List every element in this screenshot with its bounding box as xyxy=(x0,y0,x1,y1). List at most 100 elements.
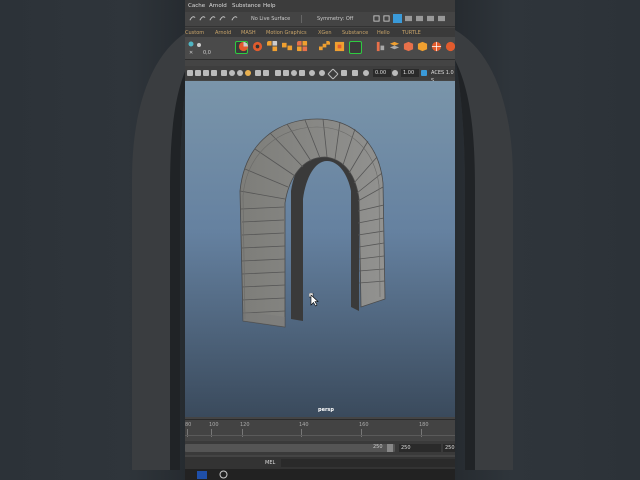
blurred-arch-left xyxy=(132,30,190,470)
tick-label: 80 xyxy=(185,422,192,428)
tab-arnold[interactable]: Arnold xyxy=(215,30,231,36)
hello-bar-icon[interactable] xyxy=(375,41,386,52)
divider xyxy=(301,15,302,23)
hello-stack-icon[interactable] xyxy=(389,41,400,52)
camera-attrs-icon[interactable] xyxy=(195,70,201,76)
range-handle[interactable] xyxy=(387,444,393,452)
turtle-render-icon[interactable] xyxy=(431,41,442,52)
xgen-grid-icon[interactable] xyxy=(319,41,330,52)
dof-icon[interactable] xyxy=(299,70,305,76)
shadows-icon[interactable] xyxy=(263,70,269,76)
lights-icon[interactable] xyxy=(255,70,261,76)
history-icon[interactable] xyxy=(373,15,380,22)
arnold-render-icon[interactable]: ✕ 0,0 xyxy=(187,40,213,56)
snap-grid-icon[interactable] xyxy=(189,15,196,22)
stone-arch[interactable] xyxy=(185,81,455,417)
motion-blur-icon[interactable] xyxy=(319,70,325,76)
hypershade-icon[interactable] xyxy=(427,15,434,22)
tab-motion-graphics[interactable]: Motion Graphics xyxy=(266,30,307,36)
turtle-extra-icon[interactable] xyxy=(445,41,455,52)
svg-text:0,0: 0,0 xyxy=(203,50,211,56)
range-slider: 250 250 250 xyxy=(185,441,455,455)
snap-surface-icon[interactable] xyxy=(231,15,238,22)
render-seq-icon[interactable] xyxy=(416,15,423,22)
mash-replicator-icon[interactable] xyxy=(297,41,308,52)
viewport-persp[interactable]: persp xyxy=(185,81,455,417)
exposure-icon[interactable] xyxy=(352,70,358,76)
standard-surface-icon[interactable] xyxy=(252,41,263,52)
snap-point-icon[interactable] xyxy=(209,15,216,22)
xray-icon[interactable] xyxy=(275,70,281,76)
tick-label: 140 xyxy=(299,422,309,428)
tick-label: 120 xyxy=(240,422,250,428)
gamma-icon[interactable] xyxy=(341,70,347,76)
exposure-field[interactable]: 0.00 xyxy=(373,69,391,77)
color-space-dropdown[interactable]: ACES 1.0 S xyxy=(429,69,455,84)
maya-logo-icon xyxy=(197,471,207,479)
maya-window: Cache Arnold Substance Help No Live Surf… xyxy=(185,0,455,480)
smooth-shade-icon[interactable] xyxy=(237,70,243,76)
ssao-icon[interactable] xyxy=(327,68,339,80)
mash-network-icon[interactable] xyxy=(267,41,278,52)
shelf: ✕ 0,0 xyxy=(185,37,455,60)
mash-distribute-icon[interactable] xyxy=(282,41,293,52)
tab-xgen[interactable]: XGen xyxy=(318,30,332,36)
tab-custom[interactable]: Custom xyxy=(185,30,204,36)
panel-toolbar: 0.00 1.00 ACES 1.0 S xyxy=(185,66,455,84)
menu-substance[interactable]: Substance xyxy=(232,3,261,9)
live-surface-label[interactable]: No Live Surface xyxy=(251,16,290,22)
tab-hello[interactable]: Hello xyxy=(377,30,390,36)
help-line xyxy=(185,469,455,480)
menu-cache[interactable]: Cache xyxy=(188,3,205,9)
menu-arnold[interactable]: Arnold xyxy=(209,3,227,9)
textured-icon[interactable] xyxy=(245,70,251,76)
gamma-dial-icon[interactable] xyxy=(392,70,398,76)
render-setup-icon[interactable] xyxy=(438,15,445,22)
sphere-light-icon[interactable] xyxy=(238,41,249,52)
image-plane-icon[interactable] xyxy=(211,70,217,76)
tab-turtle[interactable]: TURTLE xyxy=(402,30,421,36)
blurred-arch-right xyxy=(455,30,513,470)
gamma-field[interactable]: 1.00 xyxy=(401,69,419,77)
camera-label: persp xyxy=(318,407,334,413)
end-time-field[interactable]: 250 xyxy=(399,444,441,452)
shelf-tabs: Custom Arnold MASH Motion Graphics XGen … xyxy=(185,28,455,37)
range-end-value: 250 xyxy=(373,444,383,450)
tick-label: 160 xyxy=(359,422,369,428)
isolate-icon[interactable] xyxy=(283,70,289,76)
substance-icon[interactable] xyxy=(334,41,345,52)
render-view-icon[interactable] xyxy=(393,14,402,23)
select-camera-icon[interactable] xyxy=(187,70,193,76)
snap-curve-icon[interactable] xyxy=(199,15,206,22)
script-editor-icon[interactable] xyxy=(219,470,228,479)
symmetry-dropdown[interactable]: Symmetry: Off xyxy=(317,16,353,22)
range-bar[interactable] xyxy=(185,444,395,452)
ipr-icon[interactable] xyxy=(383,15,390,22)
command-line: MEL xyxy=(185,457,455,469)
tab-substance[interactable]: Substance xyxy=(342,30,368,36)
wireframe-icon[interactable] xyxy=(229,70,235,76)
svg-text:✕: ✕ xyxy=(189,50,193,56)
menu-help[interactable]: Help xyxy=(263,3,276,9)
turtle-bake-icon[interactable] xyxy=(403,41,414,52)
menu-bar: Cache Arnold Substance Help xyxy=(185,0,455,12)
time-slider[interactable]: 80 100 120 140 160 180 xyxy=(185,419,455,440)
snap-view-icon[interactable] xyxy=(219,15,226,22)
aa-icon[interactable] xyxy=(291,70,297,76)
mouse-cursor-icon xyxy=(309,293,319,307)
mel-label[interactable]: MEL xyxy=(265,460,275,466)
exposure-dial-icon[interactable] xyxy=(363,70,369,76)
turtle-cube-icon[interactable] xyxy=(417,41,428,52)
command-input[interactable] xyxy=(281,459,455,467)
render-icon[interactable] xyxy=(405,15,412,22)
tick-label: 180 xyxy=(419,422,429,428)
playback-end-field[interactable]: 250 xyxy=(443,444,455,452)
grid-icon[interactable] xyxy=(221,70,227,76)
status-line: No Live Surface Symmetry: Off xyxy=(185,12,455,27)
tick-label: 100 xyxy=(209,422,219,428)
tab-mash[interactable]: MASH xyxy=(241,30,256,36)
bookmark-icon[interactable] xyxy=(203,70,209,76)
substance-bracket-icon[interactable] xyxy=(349,41,362,54)
color-mgmt-icon[interactable] xyxy=(421,70,427,76)
occlusion-icon[interactable] xyxy=(309,70,315,76)
